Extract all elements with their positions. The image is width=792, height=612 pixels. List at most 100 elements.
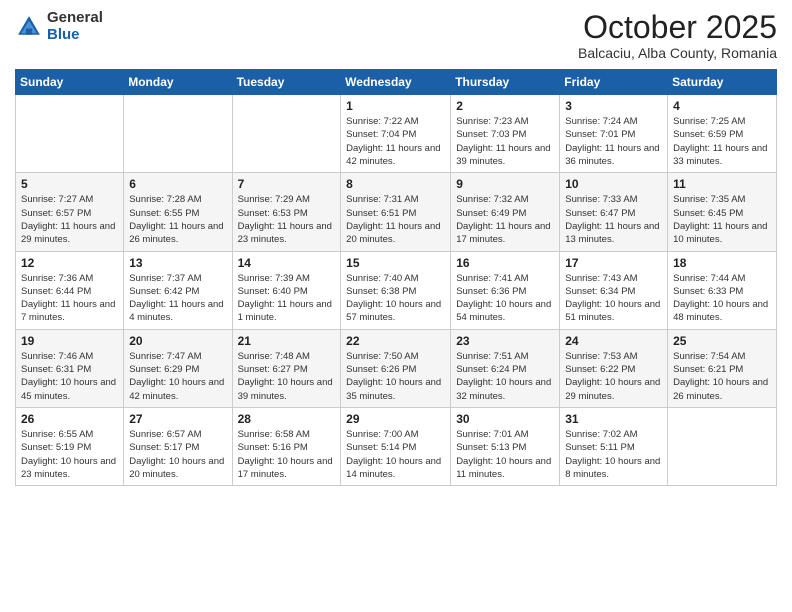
table-row: 19 Sunrise: 7:46 AM Sunset: 6:31 PM Dayli… — [16, 329, 124, 407]
day-number: 2 — [456, 99, 554, 113]
logo-blue-text: Blue — [47, 27, 103, 44]
day-info: Sunrise: 7:01 AM Sunset: 5:13 PM Dayligh… — [456, 428, 554, 481]
day-info: Sunrise: 7:41 AM Sunset: 6:36 PM Dayligh… — [456, 272, 554, 325]
day-number: 6 — [129, 177, 226, 191]
table-row: 8 Sunrise: 7:31 AM Sunset: 6:51 PM Daylig… — [341, 173, 451, 251]
table-row: 23Sunrise: 7:51 AM Sunset: 6:24 PM Dayli… — [451, 329, 560, 407]
day-number: 16 — [456, 256, 554, 270]
table-row: 2 Sunrise: 7:23 AM Sunset: 7:03 PM Daylig… — [451, 95, 560, 173]
day-info: Sunrise: 7:53 AM Sunset: 6:22 PM Dayligh… — [565, 350, 662, 403]
table-row: 21 Sunrise: 7:48 AM Sunset: 6:27 PM Dayli… — [232, 329, 341, 407]
day-number: 15 — [346, 256, 445, 270]
day-info: Sunrise: 7:22 AM Sunset: 7:04 PM Dayligh… — [346, 115, 445, 168]
table-row: 30 Sunrise: 7:01 AM Sunset: 5:13 PM Dayli… — [451, 407, 560, 485]
day-info: Sunrise: 7:48 AM Sunset: 6:27 PM Dayligh… — [238, 350, 336, 403]
day-info: Sunrise: 6:55 AM Sunset: 5:19 PM Dayligh… — [21, 428, 118, 481]
day-info: Sunrise: 7:23 AM Sunset: 7:03 PM Dayligh… — [456, 115, 554, 168]
calendar-week-row: 5 Sunrise: 7:27 AM Sunset: 6:57 PM Daylig… — [16, 173, 777, 251]
day-info: Sunrise: 6:57 AM Sunset: 5:17 PM Dayligh… — [129, 428, 226, 481]
table-row: 15 Sunrise: 7:40 AM Sunset: 6:38 PM Dayli… — [341, 251, 451, 329]
day-info: Sunrise: 7:24 AM Sunset: 7:01 PM Dayligh… — [565, 115, 662, 168]
logo-general-text: General — [47, 10, 103, 27]
day-info: Sunrise: 7:50 AM Sunset: 6:26 PM Dayligh… — [346, 350, 445, 403]
table-row: 22 Sunrise: 7:50 AM Sunset: 6:26 PM Dayli… — [341, 329, 451, 407]
col-tuesday: Tuesday — [232, 70, 341, 95]
title-block: October 2025 Balcaciu, Alba County, Roma… — [578, 10, 777, 61]
day-number: 27 — [129, 412, 226, 426]
day-info: Sunrise: 7:28 AM Sunset: 6:55 PM Dayligh… — [129, 193, 226, 246]
day-info: Sunrise: 7:40 AM Sunset: 6:38 PM Dayligh… — [346, 272, 445, 325]
day-info: Sunrise: 7:46 AM Sunset: 6:31 PM Dayligh… — [21, 350, 118, 403]
table-row: 29Sunrise: 7:00 AM Sunset: 5:14 PM Dayli… — [341, 407, 451, 485]
day-number: 28 — [238, 412, 336, 426]
day-number: 12 — [21, 256, 118, 270]
day-info: Sunrise: 7:33 AM Sunset: 6:47 PM Dayligh… — [565, 193, 662, 246]
table-row — [16, 95, 124, 173]
table-row: 6 Sunrise: 7:28 AM Sunset: 6:55 PM Daylig… — [124, 173, 232, 251]
table-row: 1Sunrise: 7:22 AM Sunset: 7:04 PM Daylig… — [341, 95, 451, 173]
table-row: 5 Sunrise: 7:27 AM Sunset: 6:57 PM Daylig… — [16, 173, 124, 251]
day-info: Sunrise: 7:00 AM Sunset: 5:14 PM Dayligh… — [346, 428, 445, 481]
logo-text: General Blue — [47, 10, 103, 43]
calendar-week-row: 26 Sunrise: 6:55 AM Sunset: 5:19 PM Dayli… — [16, 407, 777, 485]
table-row: 16 Sunrise: 7:41 AM Sunset: 6:36 PM Dayli… — [451, 251, 560, 329]
calendar-table: Sunday Monday Tuesday Wednesday Thursday… — [15, 69, 777, 486]
day-number: 14 — [238, 256, 336, 270]
logo-icon — [15, 13, 43, 41]
header: General Blue October 2025 Balcaciu, Alba… — [15, 10, 777, 61]
day-info: Sunrise: 7:35 AM Sunset: 6:45 PM Dayligh… — [673, 193, 771, 246]
table-row: 24Sunrise: 7:53 AM Sunset: 6:22 PM Dayli… — [560, 329, 668, 407]
col-saturday: Saturday — [668, 70, 777, 95]
day-number: 22 — [346, 334, 445, 348]
day-info: Sunrise: 7:54 AM Sunset: 6:21 PM Dayligh… — [673, 350, 771, 403]
day-number: 26 — [21, 412, 118, 426]
table-row: 20Sunrise: 7:47 AM Sunset: 6:29 PM Dayli… — [124, 329, 232, 407]
day-number: 21 — [238, 334, 336, 348]
day-info: Sunrise: 7:36 AM Sunset: 6:44 PM Dayligh… — [21, 272, 118, 325]
col-wednesday: Wednesday — [341, 70, 451, 95]
location: Balcaciu, Alba County, Romania — [578, 45, 777, 61]
calendar-week-row: 19 Sunrise: 7:46 AM Sunset: 6:31 PM Dayli… — [16, 329, 777, 407]
day-info: Sunrise: 7:27 AM Sunset: 6:57 PM Dayligh… — [21, 193, 118, 246]
day-info: Sunrise: 7:31 AM Sunset: 6:51 PM Dayligh… — [346, 193, 445, 246]
calendar-week-row: 12 Sunrise: 7:36 AM Sunset: 6:44 PM Dayli… — [16, 251, 777, 329]
col-sunday: Sunday — [16, 70, 124, 95]
day-number: 30 — [456, 412, 554, 426]
table-row: 3Sunrise: 7:24 AM Sunset: 7:01 PM Daylig… — [560, 95, 668, 173]
day-info: Sunrise: 6:58 AM Sunset: 5:16 PM Dayligh… — [238, 428, 336, 481]
table-row: 11 Sunrise: 7:35 AM Sunset: 6:45 PM Dayli… — [668, 173, 777, 251]
table-row: 18 Sunrise: 7:44 AM Sunset: 6:33 PM Dayli… — [668, 251, 777, 329]
page: General Blue October 2025 Balcaciu, Alba… — [0, 0, 792, 612]
day-number: 31 — [565, 412, 662, 426]
day-info: Sunrise: 7:29 AM Sunset: 6:53 PM Dayligh… — [238, 193, 336, 246]
table-row: 14 Sunrise: 7:39 AM Sunset: 6:40 PM Dayli… — [232, 251, 341, 329]
col-friday: Friday — [560, 70, 668, 95]
calendar-week-row: 1Sunrise: 7:22 AM Sunset: 7:04 PM Daylig… — [16, 95, 777, 173]
col-monday: Monday — [124, 70, 232, 95]
table-row: 31Sunrise: 7:02 AM Sunset: 5:11 PM Dayli… — [560, 407, 668, 485]
day-info: Sunrise: 7:43 AM Sunset: 6:34 PM Dayligh… — [565, 272, 662, 325]
table-row — [124, 95, 232, 173]
day-number: 11 — [673, 177, 771, 191]
calendar-header-row: Sunday Monday Tuesday Wednesday Thursday… — [16, 70, 777, 95]
day-number: 8 — [346, 177, 445, 191]
day-number: 19 — [21, 334, 118, 348]
day-number: 20 — [129, 334, 226, 348]
day-number: 5 — [21, 177, 118, 191]
logo: General Blue — [15, 10, 103, 43]
table-row: 10 Sunrise: 7:33 AM Sunset: 6:47 PM Dayli… — [560, 173, 668, 251]
day-number: 10 — [565, 177, 662, 191]
day-number: 17 — [565, 256, 662, 270]
day-number: 7 — [238, 177, 336, 191]
day-number: 13 — [129, 256, 226, 270]
day-info: Sunrise: 7:44 AM Sunset: 6:33 PM Dayligh… — [673, 272, 771, 325]
table-row — [668, 407, 777, 485]
day-number: 9 — [456, 177, 554, 191]
table-row: 17 Sunrise: 7:43 AM Sunset: 6:34 PM Dayli… — [560, 251, 668, 329]
day-number: 18 — [673, 256, 771, 270]
day-info: Sunrise: 7:39 AM Sunset: 6:40 PM Dayligh… — [238, 272, 336, 325]
table-row: 9Sunrise: 7:32 AM Sunset: 6:49 PM Daylig… — [451, 173, 560, 251]
table-row — [232, 95, 341, 173]
table-row: 28 Sunrise: 6:58 AM Sunset: 5:16 PM Dayli… — [232, 407, 341, 485]
day-number: 4 — [673, 99, 771, 113]
